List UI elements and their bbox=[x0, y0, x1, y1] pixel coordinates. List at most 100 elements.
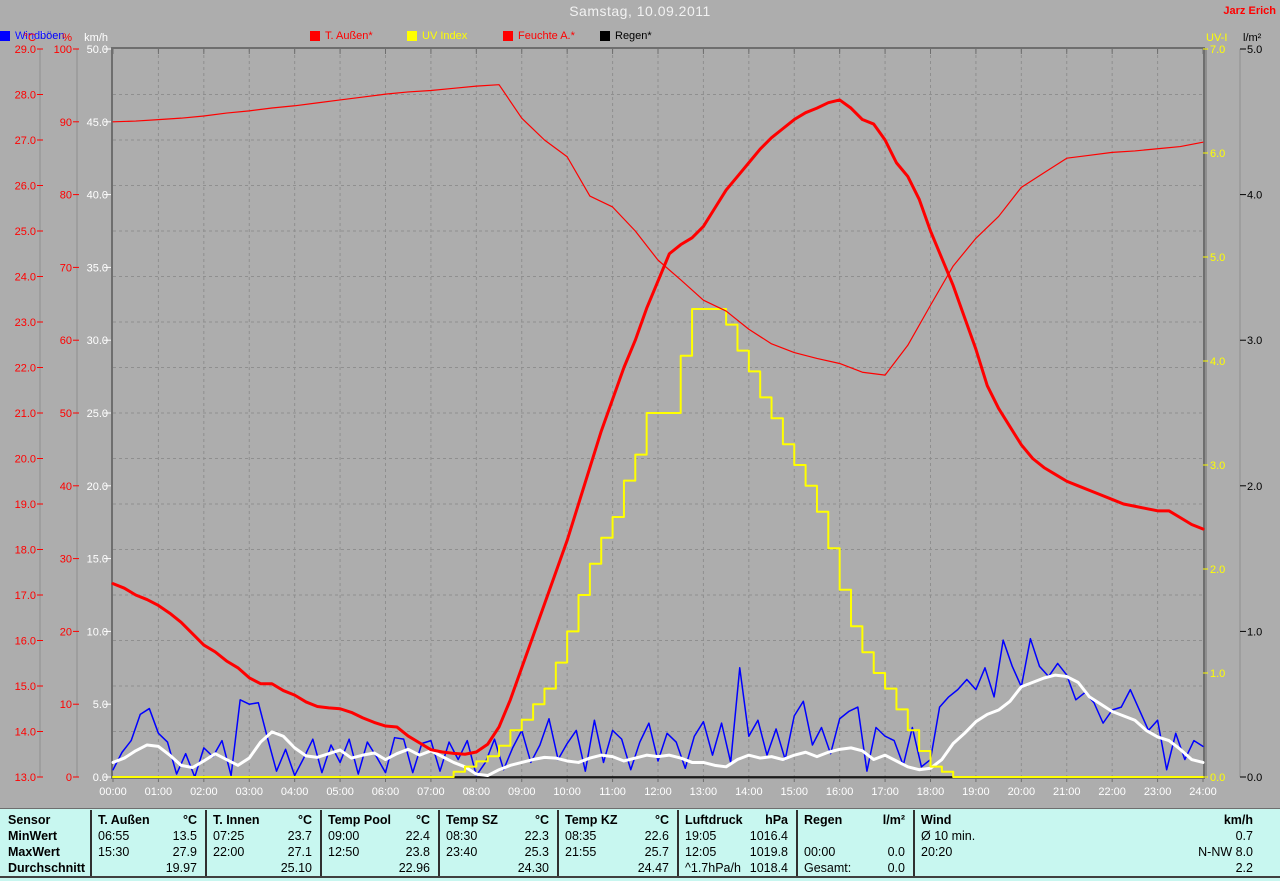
y-tick-label: 70 bbox=[60, 262, 72, 274]
table-cell-value: 13.5 bbox=[172, 829, 197, 843]
x-tick-label: 04:00 bbox=[281, 786, 309, 798]
x-tick-label: 23:00 bbox=[1144, 786, 1172, 798]
x-tick-label: 14:00 bbox=[735, 786, 763, 798]
y-tick-label: 4.0 bbox=[1210, 356, 1225, 368]
x-tick-label: 08:00 bbox=[463, 786, 491, 798]
table-cell-time: Temp KZ bbox=[565, 813, 618, 827]
table-cell: Regen l/m² bbox=[804, 812, 905, 828]
table-cell: Ø 10 min. 0.7 bbox=[921, 828, 1253, 844]
weather-chart: °C% km/h UV-I l/m² 29.0 28.0 27.0 26.0 25.0 24.0 2… bbox=[15, 32, 1263, 798]
table-cell-time: 07:25 bbox=[213, 829, 245, 843]
table-cell-value: l/m² bbox=[882, 813, 905, 827]
table-cell-value: 1016.4 bbox=[749, 829, 788, 843]
table-cell: 24.30 bbox=[446, 860, 549, 876]
x-tick-label: 02:00 bbox=[190, 786, 218, 798]
y-tick-label: 18.0 bbox=[15, 545, 36, 557]
y-tick-label: 5.0 bbox=[1210, 252, 1225, 264]
table-cell: 25.10 bbox=[213, 860, 312, 876]
table-row-label-text: MaxWert bbox=[8, 845, 60, 859]
table-cell-value: 27.1 bbox=[287, 845, 312, 859]
table-cell-value: °C bbox=[654, 813, 669, 827]
table-cell-value: 0.7 bbox=[1235, 829, 1253, 843]
x-tick-label: 15:00 bbox=[780, 786, 808, 798]
table-cell-value: 0.0 bbox=[887, 861, 905, 875]
table-cell-value: N-NW 8.0 bbox=[1198, 845, 1253, 859]
x-tick-label: 12:00 bbox=[644, 786, 672, 798]
y-tick-label: 3.0 bbox=[1247, 335, 1262, 347]
x-tick-label: 20:00 bbox=[1008, 786, 1036, 798]
y-tick-label: 17.0 bbox=[15, 590, 36, 602]
table-cell-time: 22:00 bbox=[213, 845, 245, 859]
y-tick-label: 2.0 bbox=[1210, 564, 1225, 576]
table-cell: 12:50 23.8 bbox=[328, 844, 430, 860]
table-separator bbox=[913, 810, 915, 876]
weather-app-window: Samstag, 10.09.2011 Jarz Erich T. Außen*… bbox=[0, 0, 1280, 881]
table-cell: Temp SZ °C bbox=[446, 812, 549, 828]
table-cell: ^1.7hPa/h 1018.4 bbox=[685, 860, 788, 876]
table-cell-value: 22.6 bbox=[644, 829, 669, 843]
y-tick-label: 90 bbox=[60, 117, 72, 129]
y-tick-label: 5.0 bbox=[93, 699, 108, 711]
y-tick-label: 0.0 bbox=[1210, 772, 1225, 784]
y-tick-label: 20.0 bbox=[15, 454, 36, 466]
table-cell: 00:00 0.0 bbox=[804, 844, 905, 860]
table-cell: 08:30 22.3 bbox=[446, 828, 549, 844]
y-tick-label: 0.0 bbox=[1247, 772, 1262, 784]
y-tick-label: 30.0 bbox=[87, 335, 108, 347]
table-cell-value: 22.4 bbox=[405, 829, 430, 843]
y-tick-label: 1.0 bbox=[1247, 626, 1262, 638]
table-cell: 22.96 bbox=[328, 860, 430, 876]
y-tick-label: 10 bbox=[60, 699, 72, 711]
y-tick-label: 15.0 bbox=[15, 681, 36, 693]
table-cell-time: 09:00 bbox=[328, 829, 360, 843]
table-separator bbox=[90, 810, 92, 876]
table-cell: T. Außen °C bbox=[98, 812, 197, 828]
table-cell-time: T. Außen bbox=[98, 813, 150, 827]
y-tick-label: 19.0 bbox=[15, 499, 36, 511]
y-tick-label: 50 bbox=[60, 408, 72, 420]
y-tick-label: 40 bbox=[60, 481, 72, 493]
y-tick-label: 27.0 bbox=[15, 135, 36, 147]
x-tick-label: 05:00 bbox=[326, 786, 354, 798]
table-cell-time: Wind bbox=[921, 813, 952, 827]
y-tick-label: 16.0 bbox=[15, 636, 36, 648]
y-tick-label: 50.0 bbox=[87, 44, 108, 56]
y-tick-label: 30 bbox=[60, 554, 72, 566]
x-tick-label: 01:00 bbox=[145, 786, 173, 798]
table-cell-time: 12:05 bbox=[685, 845, 717, 859]
table-separator bbox=[205, 810, 207, 876]
x-tick-label: 22:00 bbox=[1098, 786, 1126, 798]
table-cell: 08:35 22.6 bbox=[565, 828, 669, 844]
table-cell: 23:40 25.3 bbox=[446, 844, 549, 860]
table-cell: 06:55 13.5 bbox=[98, 828, 197, 844]
axis-header-lm2: l/m² bbox=[1243, 32, 1262, 44]
table-cell-value: 25.3 bbox=[524, 845, 549, 859]
table-separator bbox=[320, 810, 322, 876]
x-tick-label: 17:00 bbox=[871, 786, 899, 798]
table-cell-time: Luftdruck bbox=[685, 813, 743, 827]
x-tick-label: 10:00 bbox=[553, 786, 581, 798]
table-cell-value: 25.10 bbox=[280, 861, 312, 875]
table-cell-time: 06:55 bbox=[98, 829, 130, 843]
x-tick-label: 21:00 bbox=[1053, 786, 1081, 798]
table-cell: Wind km/h bbox=[921, 812, 1253, 828]
table-cell-time: 23:40 bbox=[446, 845, 478, 859]
y-tick-label: 3.0 bbox=[1210, 460, 1225, 472]
table-cell-value: 1018.4 bbox=[749, 861, 788, 875]
table-cell: 22:00 27.1 bbox=[213, 844, 312, 860]
table-cell-time: Ø 10 min. bbox=[921, 829, 976, 843]
y-tick-label: 0 bbox=[66, 772, 72, 784]
table-row-label: MinWert bbox=[8, 828, 86, 844]
table-cell-time: 12:50 bbox=[328, 845, 360, 859]
table-cell-time: 08:35 bbox=[565, 829, 597, 843]
table-cell: 24.47 bbox=[565, 860, 669, 876]
y-tick-label: 23.0 bbox=[15, 317, 36, 329]
y-tick-label: 2.0 bbox=[1247, 481, 1262, 493]
table-cell: 12:05 1019.8 bbox=[685, 844, 788, 860]
x-tick-label: 03:00 bbox=[235, 786, 263, 798]
table-cell-value: 23.7 bbox=[287, 829, 312, 843]
table-cell-time: 20:20 bbox=[921, 845, 953, 859]
y-tick-label: 25.0 bbox=[87, 408, 108, 420]
y-tick-label: 20.0 bbox=[87, 481, 108, 493]
table-cell-time: 08:30 bbox=[446, 829, 478, 843]
